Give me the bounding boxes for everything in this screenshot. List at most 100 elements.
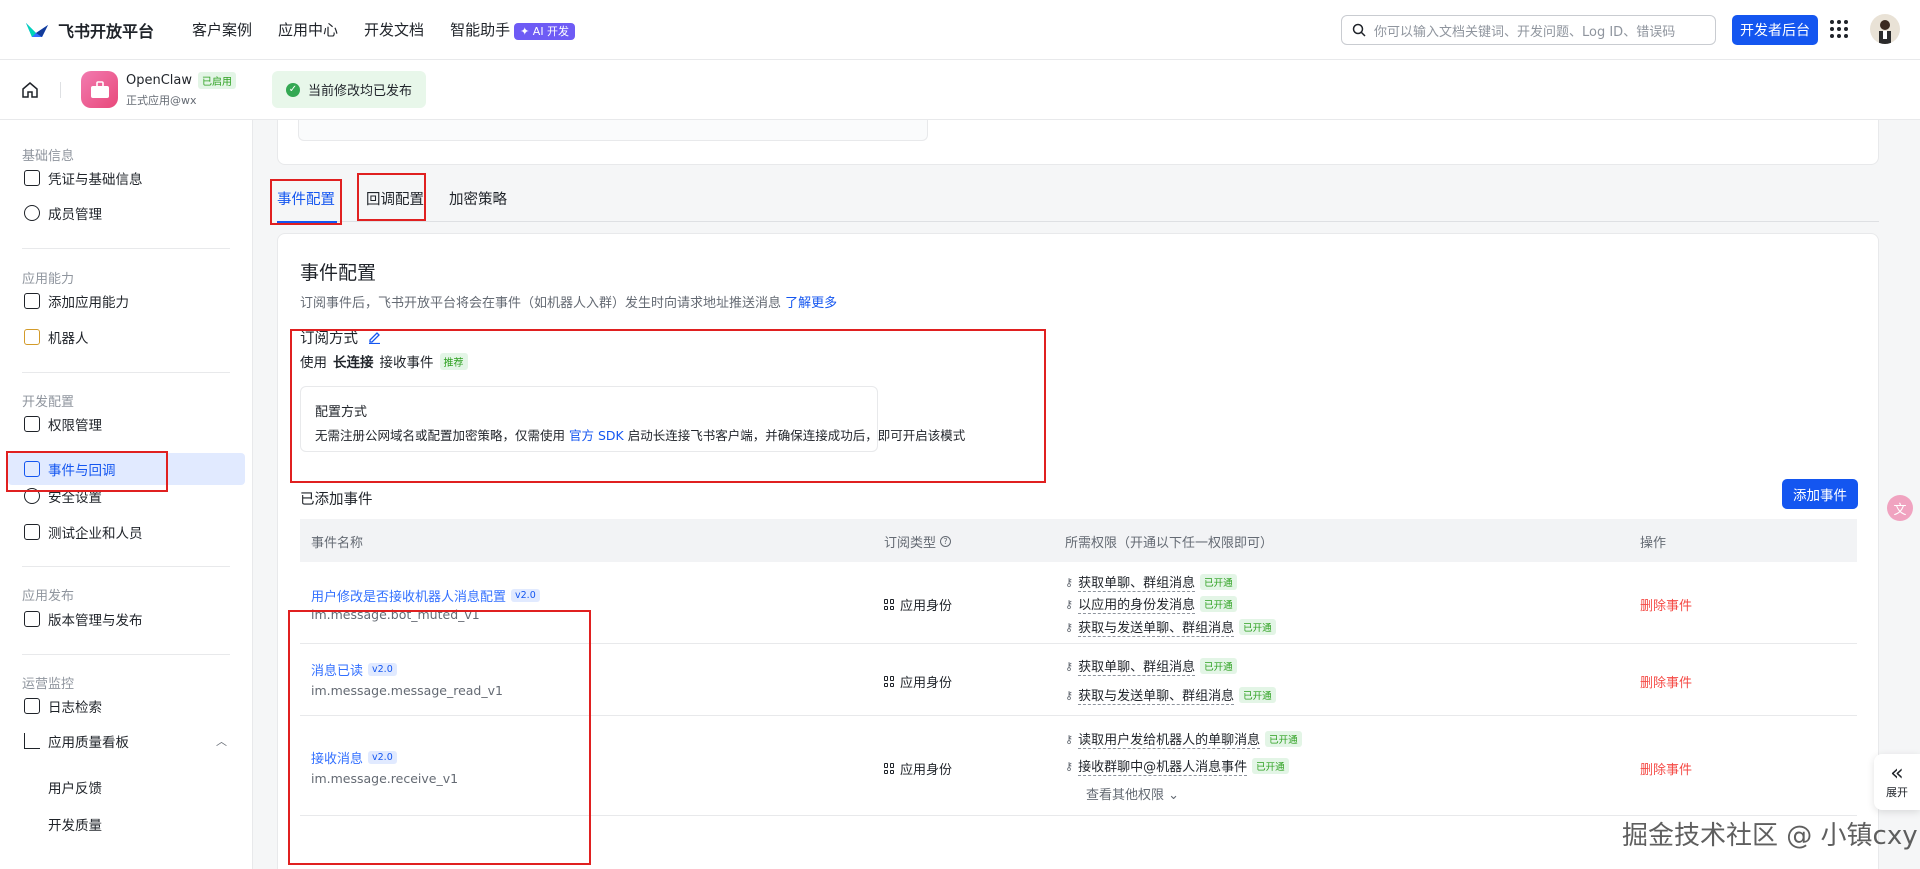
sdk-link[interactable]: 官方 SDK <box>569 428 624 443</box>
added-events-title: 已添加事件 <box>300 492 373 508</box>
main-content: 事件配置 回调配置 加密策略 事件配置 订阅事件后，飞书开放平台将会在事件（如机… <box>253 120 1920 869</box>
event-name[interactable]: 消息已读 v2.0 <box>311 660 397 679</box>
permission-text[interactable]: 获取与发送单聊、群组消息 <box>1078 685 1235 705</box>
chevron-up-icon[interactable]: ︿ <box>216 733 227 749</box>
events-table-header: 事件名称 订阅类型? 所需权限（开通以下任一权限即可） 操作 <box>300 519 1857 562</box>
sidebar-subitem-feedback[interactable]: 用户反馈 <box>48 777 102 797</box>
delete-event-button[interactable]: 删除事件 <box>1640 595 1692 614</box>
event-code: im.message.bot_muted_v1 <box>311 607 480 622</box>
sidebar-item-credentials[interactable]: 凭证与基础信息 <box>8 162 245 194</box>
key-icon: ⚷ <box>1065 759 1074 773</box>
sidebar-item-security[interactable]: 安全设置 <box>8 480 245 512</box>
permission-item: ⚷ 获取单聊、群组消息 已开通 <box>1065 656 1237 676</box>
sidebar-item-label: 权限管理 <box>48 418 102 434</box>
platform-logo[interactable]: 飞书开放平台 <box>24 18 154 42</box>
use-suffix: 接收事件 <box>379 355 434 371</box>
expand-label: 展开 <box>1886 786 1908 799</box>
sidebar-item-label: 添加应用能力 <box>48 295 129 311</box>
permission-text[interactable]: 以应用的身份发消息 <box>1078 594 1196 614</box>
user-avatar[interactable] <box>1870 14 1900 44</box>
opened-badge: 已开通 <box>1200 574 1237 590</box>
help-icon[interactable]: ? <box>940 536 952 547</box>
event-name[interactable]: 用户修改是否接收机器人消息配置 v2.0 <box>311 586 540 605</box>
config-mode-box: 配置方式 无需注册公网域名或配置加密策略，仅需使用 官方 SDK 启动长连接飞书… <box>300 386 965 452</box>
grid-add-icon <box>24 293 40 309</box>
config-mode-desc: 无需注册公网域名或配置加密策略，仅需使用 官方 SDK 启动长连接飞书客户端，并… <box>315 425 965 444</box>
sidebar-item-label: 事件与回调 <box>48 463 116 479</box>
table-row: 消息已读 v2.0 im.message.message_read_v1 应用身份… <box>300 644 1857 716</box>
search-icon <box>1352 23 1366 37</box>
app-grid-icon <box>884 676 895 687</box>
shield-icon <box>24 488 40 504</box>
card-title: 事件配置 <box>300 262 377 284</box>
tab-callback-config[interactable]: 回调配置 <box>366 180 424 222</box>
permission-item: ⚷ 获取与发送单聊、群组消息 已开通 <box>1065 685 1276 705</box>
permission-text[interactable]: 获取与发送单聊、群组消息 <box>1078 617 1235 637</box>
opened-badge: 已开通 <box>1239 619 1276 635</box>
check-circle-icon: ✓ <box>286 82 300 97</box>
bar-chart-icon <box>24 733 40 749</box>
app-status-badge: 已启用 <box>198 72 237 89</box>
sidebar-item-label: 日志检索 <box>48 700 102 716</box>
identity-label: 应用身份 <box>900 763 953 778</box>
credential-icon <box>24 170 40 186</box>
publish-status: ✓ 当前修改均已发布 <box>272 71 427 108</box>
apps-grid-icon[interactable] <box>1830 20 1848 38</box>
key-icon: ⚷ <box>1065 688 1074 702</box>
feishu-logo-icon <box>26 22 48 37</box>
opened-badge: 已开通 <box>1265 731 1302 747</box>
tab-event-config[interactable]: 事件配置 <box>277 180 337 223</box>
event-name[interactable]: 接收消息 v2.0 <box>311 748 397 767</box>
card-desc-text: 订阅事件后，飞书开放平台将会在事件（如机器人入群）发生时向请求地址推送消息 <box>300 296 782 311</box>
translate-icon[interactable]: 文 <box>1887 495 1913 521</box>
table-row: 用户修改是否接收机器人消息配置 v2.0 im.message.bot_muted… <box>300 562 1857 644</box>
permission-text[interactable]: 读取用户发给机器人的单聊消息 <box>1078 729 1261 749</box>
tab-encryption[interactable]: 加密策略 <box>449 180 507 222</box>
nav-assistant[interactable]: 智能助手 ✦ AI 开发 <box>450 19 576 40</box>
user-add-icon <box>24 205 40 221</box>
identity-type: 应用身份 <box>884 595 952 614</box>
sidebar-item-versions[interactable]: 版本管理与发布 <box>8 603 245 635</box>
sidebar-item-label: 凭证与基础信息 <box>48 172 143 188</box>
th-event-name: 事件名称 <box>311 536 364 551</box>
nav-app-center[interactable]: 应用中心 <box>278 19 338 40</box>
nav-dev-docs[interactable]: 开发文档 <box>364 19 424 40</box>
sidebar-item-logs[interactable]: 日志检索 <box>8 690 245 722</box>
learn-more-link[interactable]: 了解更多 <box>785 296 837 311</box>
search-input[interactable]: 你可以输入文档关键词、开发问题、Log ID、错误码 <box>1341 15 1716 45</box>
sidebar-subitem-dev-quality[interactable]: 开发质量 <box>48 814 102 834</box>
add-event-button[interactable]: 添加事件 <box>1782 479 1858 509</box>
permission-text[interactable]: 获取单聊、群组消息 <box>1078 656 1196 676</box>
th-actions: 操作 <box>1640 536 1667 551</box>
robot-icon <box>24 329 40 345</box>
permission-text[interactable]: 获取单聊、群组消息 <box>1078 572 1196 592</box>
delete-event-button[interactable]: 删除事件 <box>1640 672 1692 691</box>
sidebar-item-add-capability[interactable]: 添加应用能力 <box>8 285 245 317</box>
home-icon[interactable] <box>20 80 40 100</box>
permission-item: ⚷ 获取单聊、群组消息 已开通 <box>1065 572 1237 592</box>
dev-console-button[interactable]: 开发者后台 <box>1732 15 1818 45</box>
sidebar-divider <box>22 566 230 567</box>
expand-panel-button[interactable]: « 展开 <box>1874 754 1920 810</box>
search-placeholder: 你可以输入文档关键词、开发问题、Log ID、错误码 <box>1374 24 1676 40</box>
opened-badge: 已开通 <box>1200 596 1237 612</box>
sidebar-item-label: 测试企业和人员 <box>48 526 143 542</box>
permission-text[interactable]: 接收群聊中@机器人消息事件 <box>1078 756 1248 776</box>
th-subscribe-type: 订阅类型? <box>884 532 952 551</box>
table-row: 接收消息 v2.0 im.message.receive_v1 应用身份 ⚷ 读取用… <box>300 716 1857 816</box>
event-icon <box>24 461 40 477</box>
ai-dev-badge: ✦ AI 开发 <box>514 23 576 40</box>
key-icon: ⚷ <box>1065 597 1074 611</box>
sidebar-item-bot[interactable]: 机器人 <box>8 321 245 353</box>
edit-icon[interactable] <box>368 331 381 344</box>
sidebar-item-quality[interactable]: 应用质量看板 ︿ <box>8 725 245 757</box>
sidebar: 基础信息 凭证与基础信息 成员管理 应用能力 添加应用能力 机器人 开发配置 权… <box>0 120 253 869</box>
sidebar-item-test-org[interactable]: 测试企业和人员 <box>8 516 245 548</box>
th-subscribe-type-label: 订阅类型 <box>884 536 937 551</box>
delete-event-button[interactable]: 删除事件 <box>1640 759 1692 778</box>
view-more-permissions[interactable]: 查看其他权限 ⌄ <box>1086 784 1179 803</box>
sidebar-item-permissions[interactable]: 权限管理 <box>8 408 245 440</box>
nav-customer-cases[interactable]: 客户案例 <box>192 19 252 40</box>
sidebar-item-members[interactable]: 成员管理 <box>8 197 245 229</box>
identity-label: 应用身份 <box>900 599 953 614</box>
